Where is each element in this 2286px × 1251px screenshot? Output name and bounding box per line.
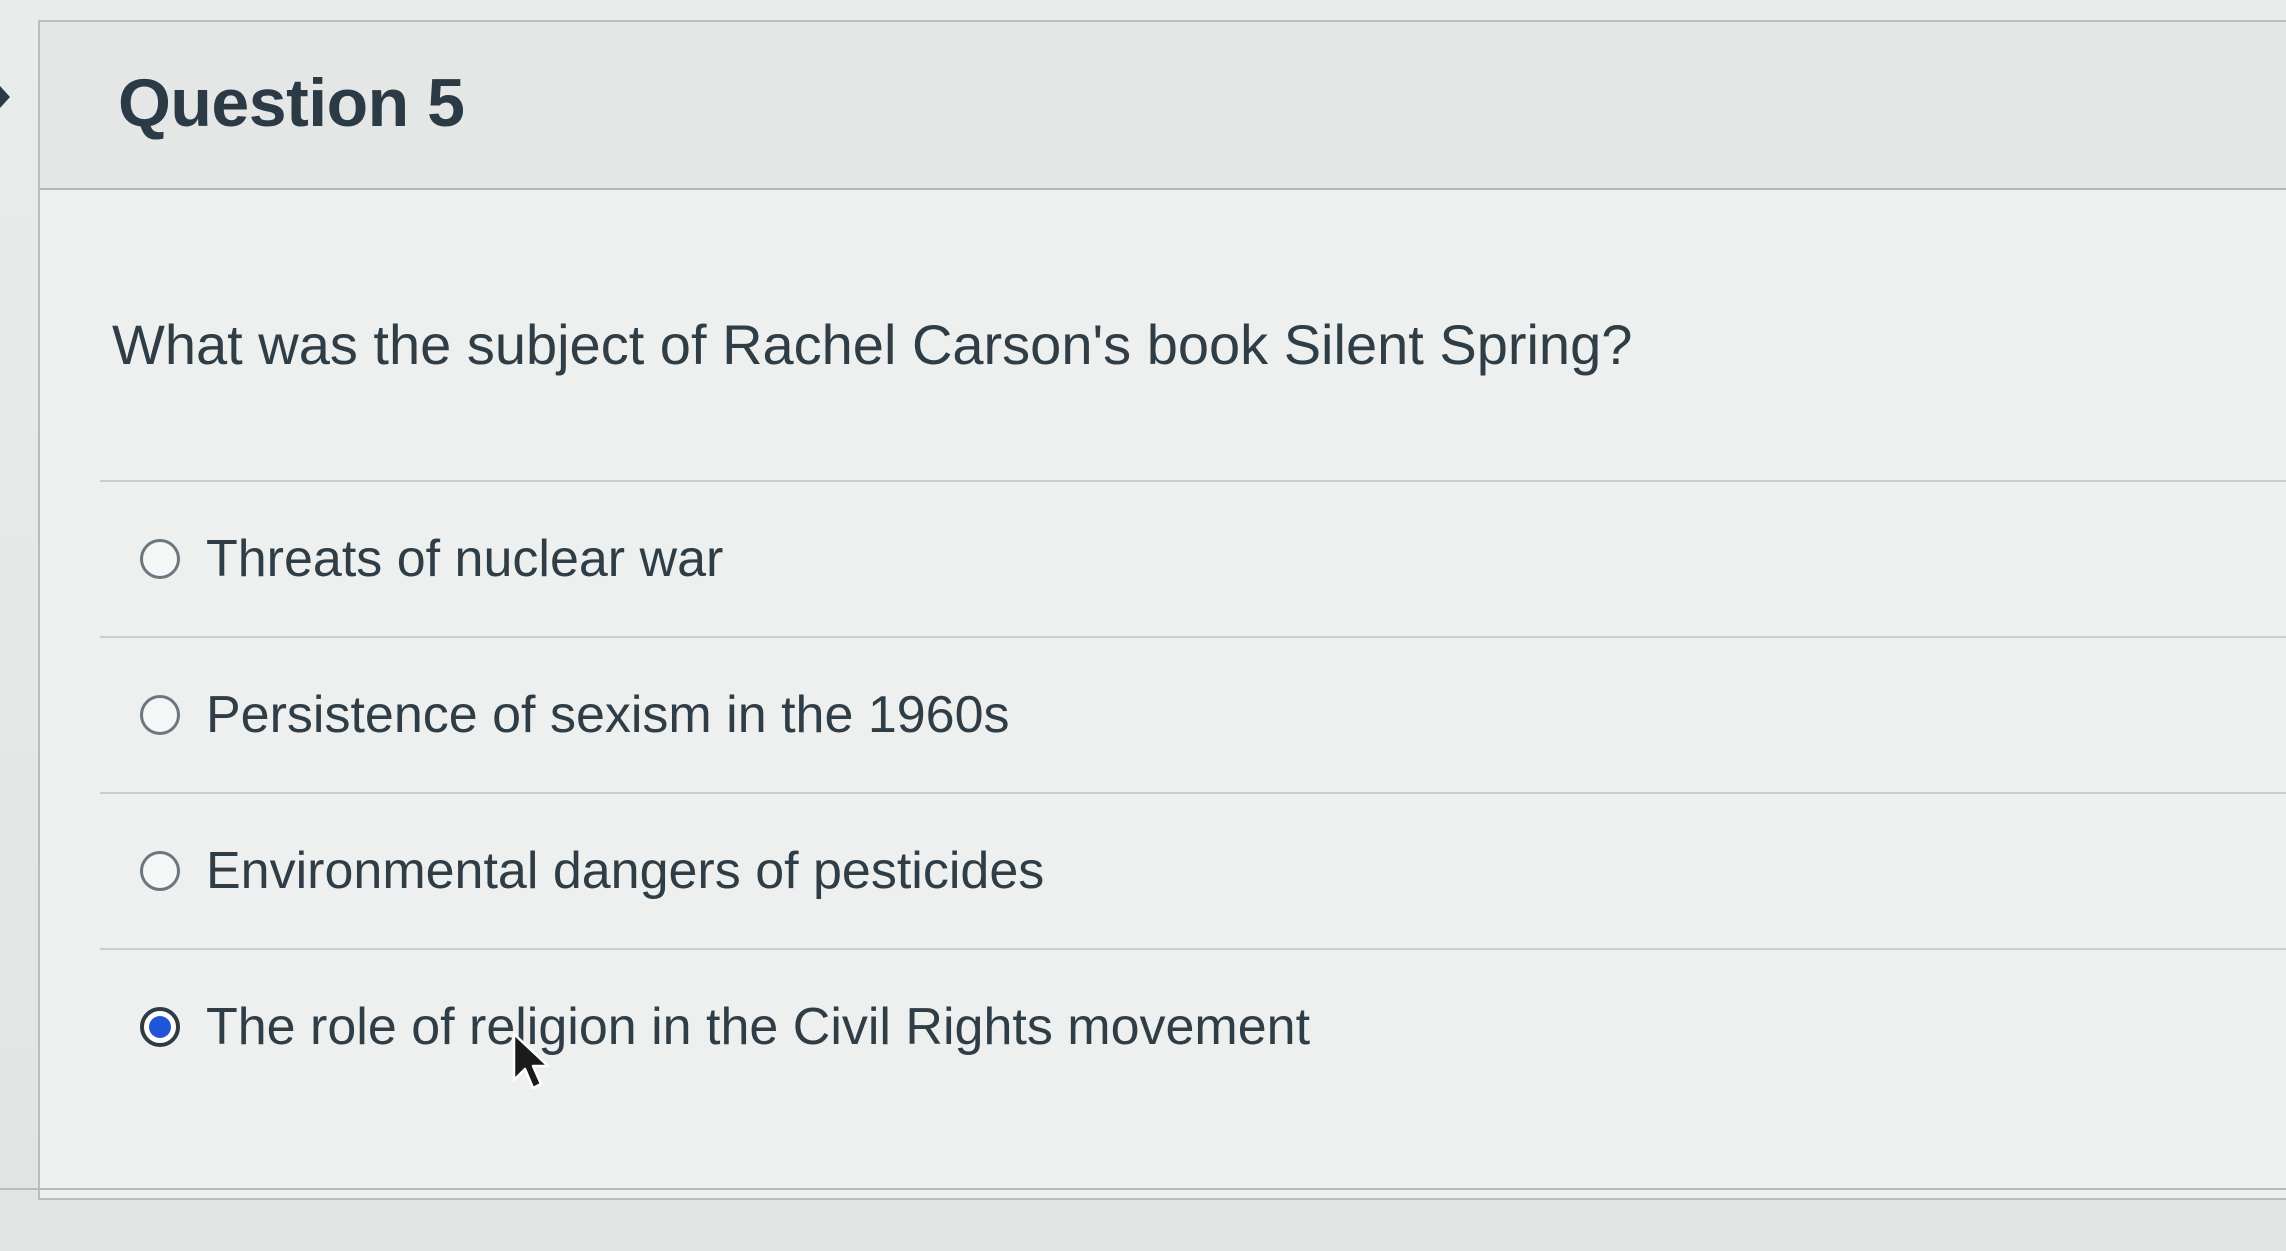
question-header: Question 5 (40, 22, 2286, 190)
answer-option-selected[interactable]: The role of religion in the Civil Rights… (100, 948, 2286, 1104)
radio-button-icon[interactable] (140, 851, 180, 891)
answer-label[interactable]: Environmental dangers of pesticides (206, 841, 1044, 901)
mouse-pointer-icon (512, 1032, 550, 1090)
answer-label[interactable]: The role of religion in the Civil Rights… (206, 997, 1310, 1057)
answer-option[interactable]: Persistence of sexism in the 1960s (100, 636, 2286, 792)
collapse-marker-icon (0, 86, 10, 108)
answer-option[interactable]: Environmental dangers of pesticides (100, 792, 2286, 948)
question-text: What was the subject of Rachel Carson's … (112, 313, 1633, 376)
screen: Question 5 What was the subject of Rache… (0, 0, 2286, 1251)
divider (0, 1188, 2286, 1190)
radio-button-icon[interactable] (140, 539, 180, 579)
radio-button-selected-icon[interactable] (140, 1007, 180, 1047)
answer-label[interactable]: Threats of nuclear war (206, 529, 723, 589)
radio-button-icon[interactable] (140, 695, 180, 735)
question-title: Question 5 (118, 65, 465, 141)
answer-list: Threats of nuclear war Persistence of se… (100, 480, 2286, 1104)
question-card: Question 5 What was the subject of Rache… (38, 20, 2286, 1200)
answer-label[interactable]: Persistence of sexism in the 1960s (206, 685, 1010, 745)
answer-option[interactable]: Threats of nuclear war (100, 480, 2286, 636)
